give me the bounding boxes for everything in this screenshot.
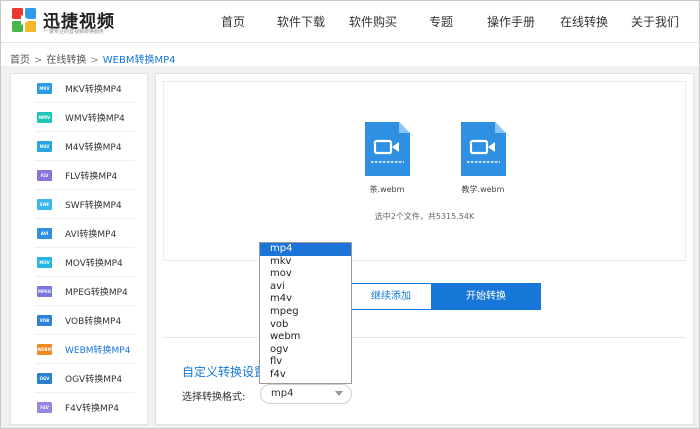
sidebar-item-avi[interactable]: AVI AVI转换MP4	[35, 219, 135, 248]
chevron-down-icon	[335, 391, 343, 396]
flv-format-icon: FLV	[37, 170, 52, 181]
file-name: 教学.webm	[461, 185, 505, 194]
brand-tagline: 一家专业的音视频转换服务	[44, 29, 105, 35]
mov-format-icon: MOV	[37, 257, 52, 268]
nav-item-home[interactable]: 首页	[201, 1, 265, 43]
breadcrumb-home[interactable]: 首页	[10, 55, 30, 66]
settings-title: 自定义转换设置	[182, 365, 267, 379]
format-option-m4v[interactable]: m4v	[260, 293, 351, 306]
webm-format-icon: WEBM	[37, 344, 52, 355]
wmv-format-icon: WMV	[37, 112, 52, 123]
format-option-webm[interactable]: webm	[260, 331, 351, 344]
file-item[interactable]: 茶.webm	[347, 122, 427, 195]
sidebar-item-label: MOV转换MP4	[65, 259, 123, 269]
site-logo[interactable]: 迅捷视频 一家专业的音视频转换服务	[11, 7, 161, 37]
format-option-vob[interactable]: vob	[260, 319, 351, 332]
sidebar-item-flv[interactable]: FLV FLV转换MP4	[35, 161, 135, 190]
avi-format-icon: AVI	[37, 228, 52, 239]
main-panel: 茶.webm 教学.webm 选中2个文件，共5315.54K 继续添加 开始转…	[155, 73, 694, 425]
sidebar-item-m4v[interactable]: M4V M4V转换MP4	[35, 132, 135, 161]
format-dropdown: mp4 mkv mov avi m4v mpeg vob webm ogv fl…	[259, 242, 352, 384]
sidebar-item-mkv[interactable]: MKV MKV转换MP4	[35, 74, 135, 103]
logo-icon	[12, 8, 36, 32]
format-select-value: mp4	[271, 388, 294, 399]
sidebar-item-webm[interactable]: WEBM WEBM转换MP4	[35, 335, 135, 364]
start-convert-button[interactable]: 开始转换	[431, 283, 541, 310]
breadcrumb-current: WEBM转换MP4	[102, 55, 176, 66]
sidebar-item-label: AVI转换MP4	[65, 230, 117, 240]
format-option-flv[interactable]: flv	[260, 356, 351, 369]
breadcrumb: 首页 > 在线转换 > WEBM转换MP4	[10, 51, 176, 66]
breadcrumb-online-convert[interactable]: 在线转换	[46, 55, 86, 66]
sidebar-item-label: SWF转换MP4	[65, 201, 122, 211]
divider	[163, 337, 686, 338]
nav-item-purchase[interactable]: 软件购买	[337, 1, 409, 43]
sidebar: MKV MKV转换MP4 WMV WMV转换MP4 M4V M4V转换MP4 F…	[10, 73, 148, 425]
sidebar-item-label: MKV转换MP4	[65, 85, 122, 95]
sidebar-item-label: FLV转换MP4	[65, 172, 118, 182]
video-file-icon	[364, 122, 410, 176]
format-option-avi[interactable]: avi	[260, 281, 351, 294]
vob-format-icon: VOB	[37, 315, 52, 326]
format-select[interactable]: mp4	[260, 384, 352, 404]
sidebar-item-f4v[interactable]: F4V F4V转换MP4	[35, 393, 135, 422]
sidebar-item-label: WMV转换MP4	[65, 114, 125, 124]
continue-add-button[interactable]: 继续添加	[336, 283, 446, 310]
sidebar-item-ogv[interactable]: OGV OGV转换MP4	[35, 364, 135, 393]
sidebar-item-vob[interactable]: VOB VOB转换MP4	[35, 306, 135, 335]
format-option-mp4[interactable]: mp4	[260, 243, 351, 256]
sidebar-item-label: MPEG转换MP4	[65, 288, 128, 298]
f4v-format-icon: F4V	[37, 402, 52, 413]
breadcrumb-separator: >	[90, 55, 99, 66]
site-header: 迅捷视频 一家专业的音视频转换服务 首页 软件下载 软件购买 专题 操作手册 在…	[1, 1, 699, 43]
file-drop-zone[interactable]: 茶.webm 教学.webm 选中2个文件，共5315.54K	[163, 81, 686, 261]
nav-item-download[interactable]: 软件下载	[265, 1, 337, 43]
m4v-format-icon: M4V	[37, 141, 52, 152]
breadcrumb-separator: >	[34, 55, 43, 66]
sidebar-item-label: F4V转换MP4	[65, 404, 119, 414]
nav-item-topics[interactable]: 专题	[409, 1, 473, 43]
format-option-f4v[interactable]: f4v	[260, 369, 351, 382]
sidebar-item-label: M4V转换MP4	[65, 143, 122, 153]
format-option-mkv[interactable]: mkv	[260, 256, 351, 269]
swf-format-icon: SWF	[37, 199, 52, 210]
format-option-ogv[interactable]: ogv	[260, 344, 351, 357]
video-file-icon	[460, 122, 506, 176]
file-name: 茶.webm	[369, 185, 405, 194]
format-option-mov[interactable]: mov	[260, 268, 351, 281]
nav-item-about[interactable]: 关于我们	[619, 1, 691, 43]
format-label: 选择转换格式:	[182, 392, 246, 403]
file-item[interactable]: 教学.webm	[443, 122, 523, 195]
sidebar-item-label: OGV转换MP4	[65, 375, 123, 385]
nav-item-manual[interactable]: 操作手册	[473, 1, 549, 43]
sidebar-item-label: WEBM转换MP4	[65, 346, 131, 356]
nav-item-online-convert[interactable]: 在线转换	[549, 1, 619, 43]
main-nav: 首页 软件下载 软件购买 专题 操作手册 在线转换 关于我们	[201, 1, 691, 43]
file-summary: 选中2个文件，共5315.54K	[374, 212, 475, 221]
sidebar-item-mpeg[interactable]: MPEG MPEG转换MP4	[35, 277, 135, 306]
sidebar-item-label: VOB转换MP4	[65, 317, 122, 327]
mpeg-format-icon: MPEG	[37, 286, 52, 297]
sidebar-item-mov[interactable]: MOV MOV转换MP4	[35, 248, 135, 277]
format-option-mpeg[interactable]: mpeg	[260, 306, 351, 319]
mkv-format-icon: MKV	[37, 83, 52, 94]
sidebar-item-wmv[interactable]: WMV WMV转换MP4	[35, 103, 135, 132]
sidebar-item-swf[interactable]: SWF SWF转换MP4	[35, 190, 135, 219]
ogv-format-icon: OGV	[37, 373, 52, 384]
